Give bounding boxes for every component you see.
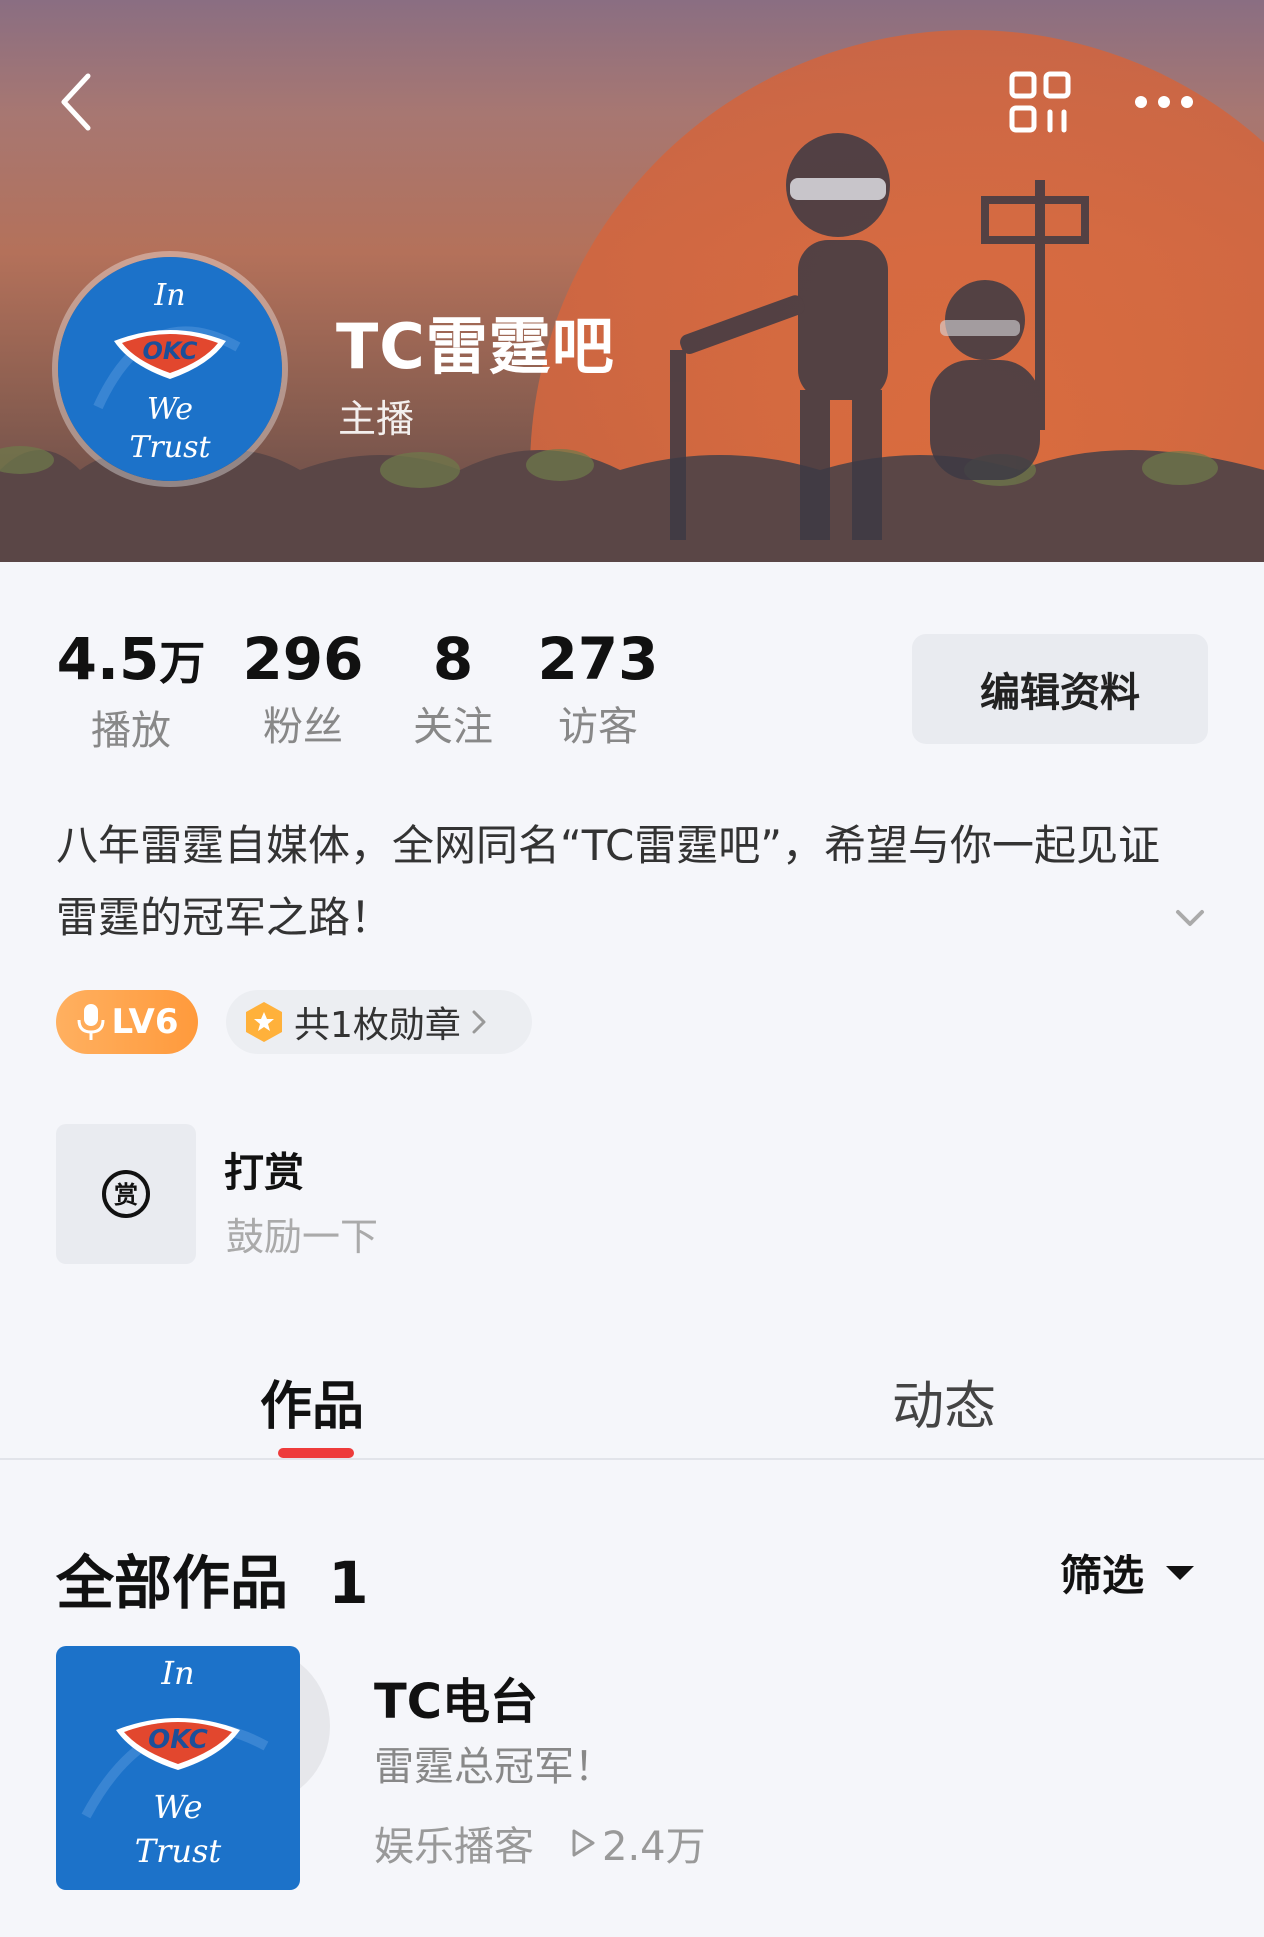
stat-plays-unit: 万 <box>159 636 206 690</box>
tab-dynamics[interactable]: 动态 <box>892 1364 996 1439</box>
bio-expand-button[interactable] <box>1168 896 1212 940</box>
work-category: 娱乐播客 <box>374 1824 534 1870</box>
more-dots-icon <box>1135 96 1193 108</box>
filter-label: 筛选 <box>1060 1551 1145 1600</box>
stat-visitors-label: 访客 <box>558 704 638 750</box>
work-cover[interactable]: In OKC We Trust <box>56 1646 300 1890</box>
chevron-down-icon <box>1176 910 1204 926</box>
stat-visitors-value: 273 <box>537 625 659 693</box>
work-meta: 娱乐播客 2.4万 <box>374 1814 706 1872</box>
avatar[interactable]: In OKC We Trust <box>52 251 288 487</box>
stat-visitors[interactable]: 273 访客 <box>536 622 660 752</box>
stat-fans-value: 296 <box>242 625 364 693</box>
reward-coin-icon: 赏 <box>102 1170 150 1218</box>
stat-following-value: 8 <box>432 625 474 693</box>
reward-subtitle: 鼓励一下 <box>226 1215 379 1259</box>
section-count: 1 <box>328 1549 369 1617</box>
work-description: 雷霆总冠军！ <box>374 1744 614 1790</box>
cover-text-in: In <box>160 1654 194 1692</box>
work-title[interactable]: TC电台 <box>374 1662 538 1732</box>
section-title-text: 全部作品 <box>56 1549 289 1617</box>
cover-text-okc: OKC <box>148 1725 208 1755</box>
stat-fans[interactable]: 296 粉丝 <box>242 622 364 752</box>
tab-works[interactable]: 作品 <box>260 1364 364 1439</box>
medals-label: 共1枚勋章 <box>294 1005 461 1046</box>
profile-name: TC雷霆吧 <box>336 310 615 383</box>
reward-title[interactable]: 打赏 <box>224 1140 304 1198</box>
chevron-right-icon <box>472 1010 486 1034</box>
avatar-text-in: In <box>153 278 185 313</box>
tab-active-indicator <box>278 1448 354 1458</box>
profile-role: 主播 <box>338 397 415 441</box>
avatar-text-trust: Trust <box>129 430 211 465</box>
stat-following-label: 关注 <box>413 704 493 750</box>
svg-text:赏: 赏 <box>114 1181 138 1209</box>
stat-fans-label: 粉丝 <box>263 704 343 750</box>
triangle-down-icon <box>1166 1565 1195 1580</box>
more-button[interactable] <box>1124 70 1204 134</box>
okc-logo-cover: In OKC We Trust <box>56 1646 300 1890</box>
play-icon <box>572 1829 595 1857</box>
qr-code-button[interactable] <box>1000 62 1080 142</box>
stat-plays-value: 4.5 <box>56 625 160 693</box>
profile-bio: 八年雷霆自媒体，全网同名“TC雷霆吧”，希望与你一起见证雷霆的冠军之路！ <box>56 821 1161 942</box>
work-plays: 2.4万 <box>602 1824 706 1870</box>
avatar-text-we: We <box>147 392 193 427</box>
medals-button[interactable]: 共1枚勋章 <box>226 990 532 1054</box>
profile-header: In OKC We Trust TC雷霆吧 主播 <box>0 0 1264 562</box>
edit-profile-button[interactable]: 编辑资料 <box>912 634 1208 744</box>
stat-plays-label: 播放 <box>91 708 171 754</box>
level-label: LV6 <box>111 1002 179 1042</box>
stat-plays[interactable]: 4.5万 播放 <box>56 622 206 756</box>
cover-text-trust: Trust <box>135 1832 222 1870</box>
headband-shape-2 <box>940 320 1020 336</box>
cover-text-we: We <box>153 1788 202 1826</box>
filter-button[interactable]: 筛选 <box>1060 1542 1195 1603</box>
reward-button[interactable]: 赏 <box>56 1124 196 1264</box>
chevron-left-icon <box>61 73 91 131</box>
okc-logo-avatar: In OKC We Trust <box>58 257 282 481</box>
section-title: 全部作品 1 <box>56 1536 369 1620</box>
medal-icon <box>246 1002 282 1042</box>
stat-following[interactable]: 8 关注 <box>398 622 508 752</box>
level-badge[interactable]: LV6 <box>56 990 198 1054</box>
qr-code-icon <box>1009 71 1071 133</box>
back-button[interactable] <box>46 62 106 142</box>
avatar-text-okc: OKC <box>142 337 197 365</box>
tab-divider <box>0 1458 1264 1460</box>
headband-shape <box>790 178 886 200</box>
mic-icon <box>77 1004 105 1040</box>
